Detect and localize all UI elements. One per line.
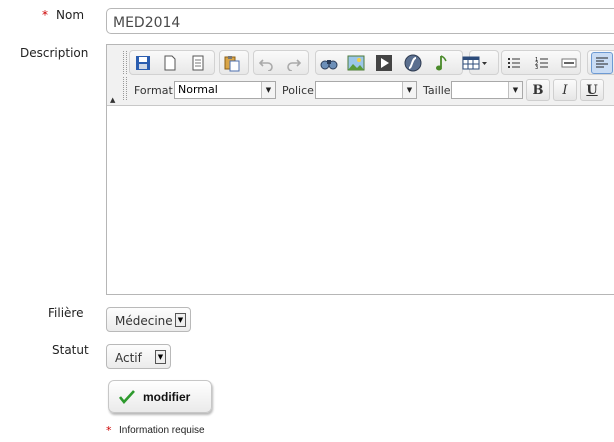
flash-icon[interactable] [402,52,424,74]
align-left-icon[interactable] [591,52,613,74]
table-icon[interactable] [460,52,490,74]
police-label: Police [282,84,314,97]
nom-label: Nom [56,8,85,22]
editor-toolbar: 123 Format Normal ▼ Police ▼ Taille ▼ B … [107,45,614,106]
required-note: Information requise [119,425,205,436]
audio-icon[interactable] [431,52,453,74]
bold-button[interactable]: B [526,79,550,101]
description-editor[interactable]: 123 Format Normal ▼ Police ▼ Taille ▼ B … [106,44,614,295]
find-replace-icon[interactable] [318,52,340,74]
redo-icon[interactable] [283,52,305,74]
format-value: Normal [178,83,218,96]
format-label: Format [134,84,173,97]
police-combo[interactable]: ▼ [315,81,417,99]
bulleted-list-icon[interactable] [503,52,525,74]
filiere-value: Médecine [115,314,173,328]
undo-icon[interactable] [255,52,277,74]
filiere-dropdown-icon[interactable]: ▼ [175,313,186,327]
svg-text:3: 3 [535,65,538,71]
modifier-button[interactable]: modifier [108,380,212,413]
toolbar-grip [123,51,127,74]
editor-content-area[interactable] [107,106,614,294]
new-page-icon[interactable] [159,52,181,74]
filiere-label: Filière [48,306,84,320]
format-arrow-icon[interactable]: ▼ [261,82,275,98]
police-arrow-icon[interactable]: ▼ [402,82,416,98]
statut-label: Statut [52,343,89,357]
horizontal-rule-icon[interactable] [558,52,580,74]
filiere-select[interactable]: Médecine ▼ [106,307,191,332]
check-icon [119,389,135,404]
statut-dropdown-icon[interactable]: ▼ [155,350,166,364]
required-asterisk: * [106,424,112,437]
statut-select[interactable]: Actif ▼ [106,344,171,369]
video-icon[interactable] [373,52,395,74]
taille-combo[interactable]: ▼ [451,81,523,99]
format-combo[interactable]: Normal ▼ [174,81,276,99]
statut-value: Actif [115,351,142,365]
numbered-list-icon[interactable]: 123 [531,52,553,74]
collapse-toolbar-icon[interactable]: ▲ [110,96,115,104]
required-asterisk: * [42,8,48,22]
underline-button[interactable]: U [580,79,604,101]
taille-label: Taille [423,84,451,97]
toolbar-grip [123,77,127,100]
image-icon[interactable] [345,52,367,74]
italic-button[interactable]: I [553,79,577,101]
modifier-label: modifier [143,389,191,404]
nom-input[interactable]: MED2014 [106,8,614,34]
description-label: Description [20,46,89,60]
taille-arrow-icon[interactable]: ▼ [508,82,522,98]
save-icon[interactable] [132,52,154,74]
templates-icon[interactable] [187,52,209,74]
paste-icon[interactable] [221,52,243,74]
